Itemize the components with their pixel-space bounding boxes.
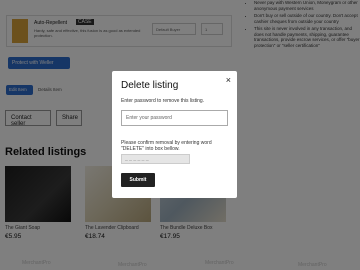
password-input[interactable] — [121, 110, 228, 126]
modal-subtitle: Enter password to remove this listing. — [121, 98, 205, 104]
close-icon[interactable]: × — [226, 75, 231, 85]
delete-confirm-input[interactable] — [121, 154, 190, 164]
modal-title: Delete listing — [121, 80, 179, 91]
submit-button[interactable]: Submit — [121, 173, 155, 187]
delete-listing-modal: Delete listing × Enter password to remov… — [112, 71, 237, 198]
confirm-instructions: Please confirm removal by entering word … — [121, 140, 212, 152]
